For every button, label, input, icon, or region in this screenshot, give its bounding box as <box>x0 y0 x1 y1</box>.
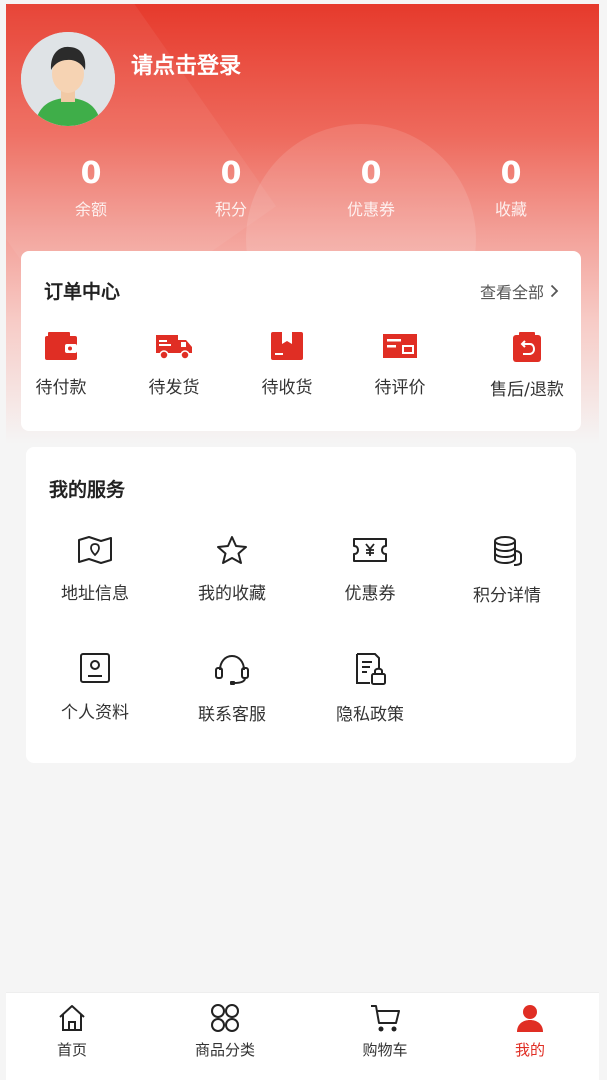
tab-profile[interactable]: 我的 <box>480 1003 580 1060</box>
service-privacy-policy[interactable]: 隐私政策 <box>301 652 439 725</box>
bottom-tab-bar: 首页 商品分类 购物车 我的 <box>6 992 599 1080</box>
truck-icon <box>156 335 192 360</box>
order-item-label: 待收货 <box>261 378 313 398</box>
stat-value: 0 <box>360 156 382 191</box>
my-services-card: 我的服务 地址信息 我的收藏 优惠券 积分详情 个人资料 联系客服 隐私政策 <box>26 447 576 763</box>
stat-label: 收藏 <box>494 200 527 219</box>
default-user-avatar-icon <box>21 32 115 126</box>
map-icon <box>78 536 112 564</box>
profile-card-icon <box>80 653 110 683</box>
stats-row: 0 余额 0 积分 0 优惠券 0 收藏 <box>6 154 599 234</box>
tab-label: 购物车 <box>362 1041 408 1059</box>
service-profile[interactable]: 个人资料 <box>26 652 164 723</box>
order-after-sales[interactable]: 售后/退款 <box>471 331 583 400</box>
avatar[interactable] <box>21 32 115 126</box>
coins-icon <box>494 536 522 566</box>
order-item-label: 待评价 <box>374 378 426 398</box>
privacy-doc-icon <box>356 653 386 685</box>
chevron-right-icon <box>550 283 559 302</box>
service-favorites[interactable]: 我的收藏 <box>163 535 301 604</box>
service-address[interactable]: 地址信息 <box>26 535 164 604</box>
stat-coupons[interactable]: 0 优惠券 <box>311 154 431 222</box>
tab-home[interactable]: 首页 <box>22 1003 122 1060</box>
stat-value: 0 <box>500 156 522 191</box>
package-icon <box>271 332 303 360</box>
user-icon <box>517 1005 543 1032</box>
stat-label: 余额 <box>74 200 107 219</box>
tab-label: 我的 <box>514 1041 545 1059</box>
order-center-card: 订单中心 查看全部 待付款 待发货 待收货 待评价 售后/退款 <box>21 251 581 431</box>
service-points[interactable]: 积分详情 <box>438 535 576 606</box>
service-label: 隐私政策 <box>336 705 404 725</box>
order-item-label: 待发货 <box>148 378 200 398</box>
category-icon <box>211 1004 239 1032</box>
stat-value: 0 <box>80 156 102 191</box>
order-item-label: 售后/退款 <box>490 380 564 400</box>
service-label: 地址信息 <box>61 584 129 604</box>
order-center-title: 订单中心 <box>44 281 121 303</box>
service-coupons[interactable]: 优惠券 <box>301 535 439 604</box>
tab-label: 首页 <box>56 1041 87 1059</box>
service-label: 个人资料 <box>61 703 129 723</box>
order-pending-receipt[interactable]: 待收货 <box>231 331 343 398</box>
stat-label: 优惠券 <box>346 200 395 219</box>
stat-label: 积分 <box>214 200 247 219</box>
refund-icon <box>513 332 541 362</box>
service-label: 积分详情 <box>473 586 541 606</box>
view-all-label: 查看全部 <box>479 283 544 302</box>
home-icon <box>59 1005 85 1031</box>
cart-icon <box>371 1005 400 1032</box>
service-label: 优惠券 <box>344 584 396 604</box>
stat-value: 0 <box>220 156 242 191</box>
stat-balance[interactable]: 0 余额 <box>31 154 151 222</box>
review-icon <box>383 334 417 358</box>
tab-label: 商品分类 <box>194 1041 255 1059</box>
order-pending-payment[interactable]: 待付款 <box>6 331 117 398</box>
headset-icon <box>215 654 249 685</box>
star-icon <box>217 536 247 564</box>
order-pending-review[interactable]: 待评价 <box>344 331 456 398</box>
service-customer-support[interactable]: 联系客服 <box>163 652 301 725</box>
tab-categories[interactable]: 商品分类 <box>175 1003 275 1060</box>
my-services-title: 我的服务 <box>49 479 126 501</box>
service-label: 联系客服 <box>198 705 266 725</box>
tab-cart[interactable]: 购物车 <box>335 1003 435 1060</box>
profile-page: 请点击登录 0 余额 0 积分 0 优惠券 0 收藏 订单中心 查看全部 待付款… <box>6 4 599 1080</box>
stat-favorites[interactable]: 0 收藏 <box>451 154 571 222</box>
order-pending-shipment[interactable]: 待发货 <box>118 331 230 398</box>
login-link[interactable]: 请点击登录 <box>131 48 241 80</box>
wallet-icon <box>45 332 77 360</box>
coupon-icon <box>353 538 387 562</box>
stat-points[interactable]: 0 积分 <box>171 154 291 222</box>
order-item-label: 待付款 <box>35 378 87 398</box>
view-all-orders-link[interactable]: 查看全部 <box>480 279 559 303</box>
service-label: 我的收藏 <box>198 584 266 604</box>
